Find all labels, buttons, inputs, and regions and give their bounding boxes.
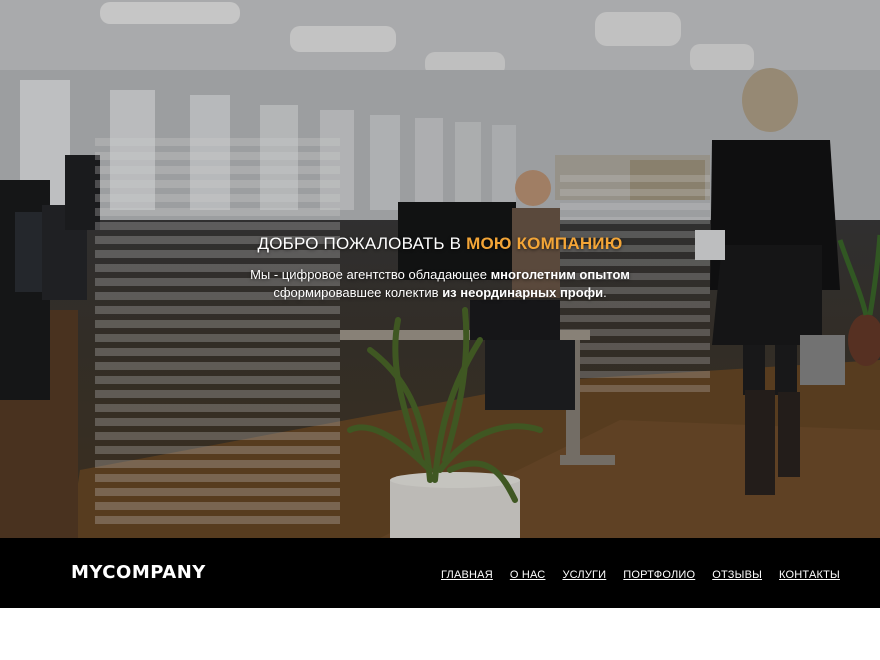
page: ДОБРО ПОЖАЛОВАТЬ В МОЮ КОМПАНИЮ Мы - циф… bbox=[0, 0, 880, 660]
nav-item-contacts: КОНТАКТЫ bbox=[779, 565, 840, 583]
hero-subtitle: Мы - цифровое агентство обладающее много… bbox=[0, 266, 880, 302]
hero-subtitle-line2-end: . bbox=[603, 285, 607, 300]
nav-link-portfolio[interactable]: ПОРТФОЛИО bbox=[623, 569, 695, 581]
hero-title-prefix: ДОБРО ПОЖАЛОВАТЬ В bbox=[257, 234, 467, 253]
nav-item-about: О НАС bbox=[510, 565, 546, 583]
nav-item-portfolio: ПОРТФОЛИО bbox=[623, 565, 695, 583]
hero-text-block: ДОБРО ПОЖАЛОВАТЬ В МОЮ КОМПАНИЮ Мы - циф… bbox=[0, 232, 880, 302]
nav-link-home[interactable]: ГЛАВНАЯ bbox=[441, 569, 493, 581]
nav-link-contacts[interactable]: КОНТАКТЫ bbox=[779, 569, 840, 581]
hero-title-accent: МОЮ КОМПАНИЮ bbox=[466, 234, 623, 253]
nav-item-home: ГЛАВНАЯ bbox=[441, 565, 493, 583]
nav-item-services: УСЛУГИ bbox=[562, 565, 606, 583]
hero-subtitle-line2-bold: из неординарных профи bbox=[442, 285, 604, 300]
hero-subtitle-line1: Мы - цифровое агентство обладающее bbox=[250, 267, 491, 282]
content-area bbox=[0, 608, 880, 660]
hero-subtitle-line2: сформировавшее колектив bbox=[273, 285, 443, 300]
hero-section: ДОБРО ПОЖАЛОВАТЬ В МОЮ КОМПАНИЮ Мы - циф… bbox=[0, 0, 880, 538]
brand-logo-link[interactable]: MYCOMPANY bbox=[71, 561, 206, 585]
nav-item-reviews: ОТЗЫВЫ bbox=[712, 565, 762, 583]
nav-link-services[interactable]: УСЛУГИ bbox=[562, 569, 606, 581]
nav-link-reviews[interactable]: ОТЗЫВЫ bbox=[712, 569, 762, 581]
navbar: MYCOMPANY ГЛАВНАЯ О НАС УСЛУГИ ПОРТФОЛИО… bbox=[0, 538, 880, 608]
nav-link-about[interactable]: О НАС bbox=[510, 569, 546, 581]
hero-subtitle-line1-bold: многолетним опытом bbox=[490, 267, 630, 282]
nav-links: ГЛАВНАЯ О НАС УСЛУГИ ПОРТФОЛИО ОТЗЫВЫ КО… bbox=[441, 565, 840, 583]
hero-title: ДОБРО ПОЖАЛОВАТЬ В МОЮ КОМПАНИЮ bbox=[0, 232, 880, 256]
